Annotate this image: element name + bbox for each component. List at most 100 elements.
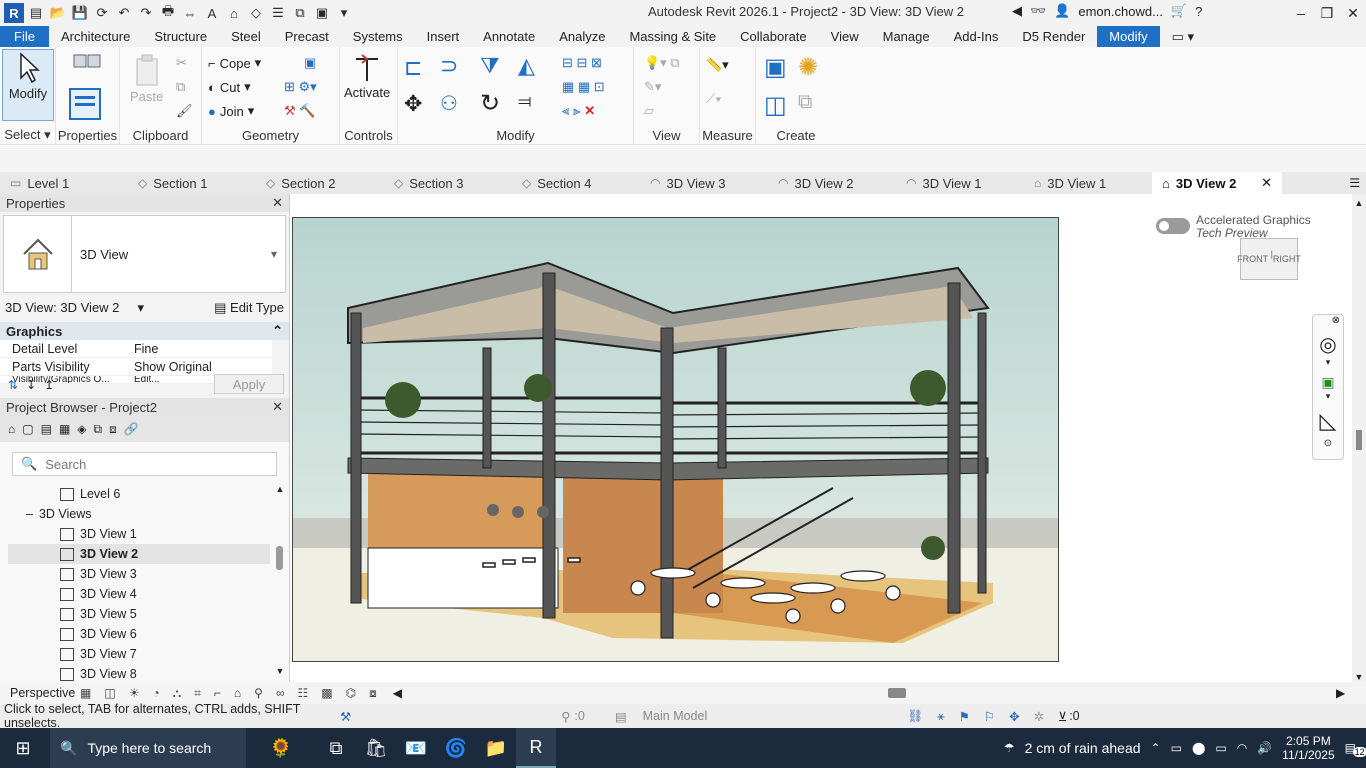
crop-icon[interactable]: ⌗ bbox=[194, 686, 201, 701]
zoom-icon[interactable]: ▣ bbox=[1313, 374, 1343, 391]
reveal-hidden-icon[interactable]: ∞ bbox=[276, 686, 285, 701]
tree-item[interactable]: 3D View 5 bbox=[60, 604, 137, 624]
tree-item[interactable]: 3D View 6 bbox=[60, 624, 137, 644]
close-panel-icon[interactable]: ✕ bbox=[272, 399, 283, 415]
tab-3d-view-2-a[interactable]: ◠ 3D View 2 bbox=[768, 172, 896, 194]
viewcube-right[interactable]: RIGHT bbox=[1273, 254, 1301, 264]
tab-section-4[interactable]: ◇ Section 4 bbox=[512, 172, 640, 194]
create-group-icon[interactable]: ⧉ bbox=[798, 91, 812, 114]
navbar-options-icon[interactable]: ⊙ bbox=[1313, 438, 1343, 449]
tab-3d-view-1-a[interactable]: ◠ 3D View 1 bbox=[896, 172, 1024, 194]
task-view-icon[interactable]: ⧉ bbox=[316, 728, 356, 768]
tab-3d-view-1-b[interactable]: ⌂ 3D View 1 bbox=[1024, 172, 1152, 194]
thin-lines-icon[interactable]: ☰ bbox=[268, 3, 288, 23]
tab-section-2[interactable]: ◇ Section 2 bbox=[256, 172, 384, 194]
volume-icon[interactable]: 🔊 bbox=[1257, 741, 1272, 755]
split-face-icon[interactable]: ⊞ ⚙▾ bbox=[284, 79, 317, 95]
taskbar-search[interactable]: 🔍 Type here to search bbox=[50, 728, 246, 768]
tab-collaborate[interactable]: Collaborate bbox=[728, 26, 819, 47]
linework-icon[interactable]: ▱ bbox=[644, 103, 654, 119]
properties-button[interactable] bbox=[66, 51, 106, 121]
tab-section-3[interactable]: ◇ Section 3 bbox=[384, 172, 512, 194]
notification-icon[interactable]: ▤ 12 bbox=[1345, 741, 1366, 757]
binoculars-icon[interactable]: 👓 bbox=[1030, 3, 1046, 19]
worksets-icon[interactable]: ⚒ bbox=[340, 709, 351, 724]
house-icon[interactable]: ⌂ bbox=[8, 422, 15, 436]
close-icon[interactable]: ✕ bbox=[1340, 0, 1366, 26]
chain-link-icon[interactable]: 🔗 bbox=[124, 422, 139, 436]
edge-icon[interactable]: 🌀 bbox=[436, 728, 476, 768]
lock-3d-icon[interactable]: ⌂ bbox=[234, 686, 241, 701]
join-button[interactable]: ● Join ▾ bbox=[208, 103, 254, 119]
tray-overflow-icon[interactable]: ⌃ bbox=[1151, 741, 1161, 755]
edit-type-button[interactable]: ▤ Edit Type bbox=[214, 300, 284, 316]
ribbon-toggle-icon[interactable]: ▭ ▾ bbox=[1160, 26, 1206, 47]
file-explorer-icon[interactable]: 📁 bbox=[476, 728, 516, 768]
horizontal-scroll-thumb[interactable] bbox=[888, 688, 906, 698]
antivirus-icon[interactable]: ⬤ bbox=[1192, 741, 1205, 755]
background-process-icon[interactable]: ✲ bbox=[1034, 709, 1044, 724]
family-icon[interactable]: ◈ bbox=[77, 422, 86, 436]
tab-systems[interactable]: Systems bbox=[341, 26, 415, 47]
open-icon[interactable]: 📂 bbox=[48, 3, 68, 23]
back-icon[interactable]: ◀ bbox=[1012, 3, 1022, 19]
sort-asc-icon[interactable]: ↧ bbox=[26, 378, 36, 392]
tab-modify[interactable]: Modify bbox=[1097, 26, 1160, 47]
temp-hide-icon[interactable]: ⚲ bbox=[254, 686, 263, 701]
accelerated-graphics-toggle[interactable] bbox=[1156, 218, 1190, 234]
tab-precast[interactable]: Precast bbox=[273, 26, 341, 47]
revit-taskbar-icon[interactable]: R bbox=[516, 728, 556, 768]
sun-path-icon[interactable]: ☀ bbox=[129, 686, 140, 701]
3d-render-view[interactable] bbox=[292, 217, 1059, 662]
copy-clip-icon[interactable]: ⧉ bbox=[176, 79, 185, 95]
tab-view[interactable]: View bbox=[819, 26, 871, 47]
cut-button[interactable]: ◐ Cut ▾ bbox=[208, 79, 251, 95]
select-group-label[interactable]: Select ▾ bbox=[0, 127, 55, 143]
tab-manage[interactable]: Manage bbox=[871, 26, 942, 47]
scroll-thumb[interactable] bbox=[276, 546, 283, 570]
scroll-thumb[interactable] bbox=[1356, 430, 1362, 450]
tab-file[interactable]: File bbox=[0, 26, 49, 47]
battery-icon[interactable]: ▭ bbox=[1215, 741, 1226, 755]
switch-windows-icon[interactable]: ▣ bbox=[312, 3, 332, 23]
property-row[interactable]: Detail Level Fine bbox=[0, 340, 272, 358]
link-icon[interactable]: ⧈ bbox=[109, 422, 117, 437]
trim-extend-icon[interactable]: ⫤ bbox=[518, 91, 532, 112]
array-icon[interactable]: ▦ ▦ ⊡ bbox=[562, 79, 605, 95]
tree-item[interactable]: 3D View 7 bbox=[60, 644, 137, 664]
tab-d5-render[interactable]: D5 Render bbox=[1010, 26, 1097, 47]
type-selector[interactable]: 3D View ▾ bbox=[3, 215, 286, 293]
minimize-icon[interactable]: – bbox=[1288, 0, 1314, 26]
filter-count[interactable]: ⊻:0 bbox=[1058, 709, 1080, 724]
tree-item[interactable]: 3D View 4 bbox=[60, 584, 137, 604]
undo-icon[interactable]: ↶ bbox=[114, 3, 134, 23]
customize-qat-icon[interactable]: ▾ bbox=[334, 3, 354, 23]
group-icon[interactable]: ⧉ bbox=[94, 422, 103, 437]
align-icon[interactable]: ⊏ bbox=[404, 55, 422, 81]
override-icon[interactable]: ✎▾ bbox=[644, 79, 661, 95]
scroll-left-icon[interactable]: ◀ bbox=[393, 686, 402, 700]
create-assembly-icon[interactable]: ▣ bbox=[764, 53, 787, 82]
save-icon[interactable]: 💾 bbox=[70, 3, 90, 23]
tab-steel[interactable]: Steel bbox=[219, 26, 273, 47]
analysis-icon[interactable]: ⌬ bbox=[346, 686, 356, 701]
graphics-section-header[interactable]: Graphics ⌃ bbox=[0, 322, 289, 340]
tab-menu-icon[interactable]: ☰ bbox=[1349, 176, 1366, 190]
create-parts-icon[interactable]: ◫ bbox=[764, 91, 787, 120]
store-icon[interactable]: 🛍 bbox=[356, 728, 396, 768]
tree-item[interactable]: 3D View 3 bbox=[60, 564, 137, 584]
move-icon[interactable]: ✥ bbox=[404, 91, 422, 117]
dimension-icon[interactable]: ⟋▾ bbox=[706, 91, 721, 107]
table-icon[interactable]: ▦ bbox=[59, 422, 70, 436]
visual-style-icon[interactable]: ◫ bbox=[104, 686, 115, 701]
tab-section-1[interactable]: ◇ Section 1 bbox=[128, 172, 256, 194]
tab-level-1[interactable]: ▭ Level 1 bbox=[0, 172, 128, 194]
instance-selector[interactable]: 3D View: 3D View 2 ▾ bbox=[5, 300, 144, 316]
home-icon[interactable]: ▤ bbox=[26, 3, 46, 23]
wifi-icon[interactable]: ◠ bbox=[1237, 741, 1247, 755]
scale-icon[interactable]: ⫷ ⫸ ✕ bbox=[562, 103, 595, 119]
tab-massing-site[interactable]: Massing & Site bbox=[617, 26, 728, 47]
tab-analyze[interactable]: Analyze bbox=[547, 26, 617, 47]
drawing-area[interactable]: Accelerated Graphics Tech Preview FRONT … bbox=[290, 194, 1352, 682]
clock[interactable]: 2:05 PM 11/1/2025 bbox=[1282, 734, 1335, 762]
